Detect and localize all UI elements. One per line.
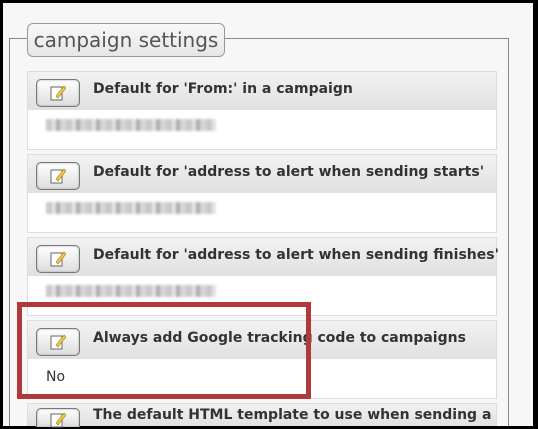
setting-row: The default HTML template to use when se…	[27, 403, 497, 428]
edit-button[interactable]	[36, 408, 80, 428]
fieldset-legend: campaign settings	[27, 23, 225, 57]
setting-row: Default for 'address to alert when sendi…	[27, 154, 497, 233]
edit-icon	[50, 168, 66, 184]
edit-icon	[50, 85, 66, 101]
redacted-value	[46, 285, 216, 297]
setting-row: Default for 'From:' in a campaign	[27, 71, 497, 150]
page: campaign settings Default for 'From:' in…	[3, 3, 533, 428]
redacted-value	[46, 119, 216, 131]
redacted-value	[46, 202, 216, 214]
highlight-box	[17, 302, 311, 399]
edit-icon	[50, 251, 66, 267]
setting-title: Default for 'address to alert when sendi…	[93, 164, 484, 180]
edit-button[interactable]	[36, 79, 80, 107]
edit-button[interactable]	[36, 245, 80, 273]
setting-title: Default for 'address to alert when sendi…	[93, 247, 499, 263]
setting-title: The default HTML template to use when se…	[93, 407, 492, 423]
setting-title: Default for 'From:' in a campaign	[93, 81, 353, 97]
edit-icon	[50, 412, 66, 428]
edit-button[interactable]	[36, 162, 80, 190]
